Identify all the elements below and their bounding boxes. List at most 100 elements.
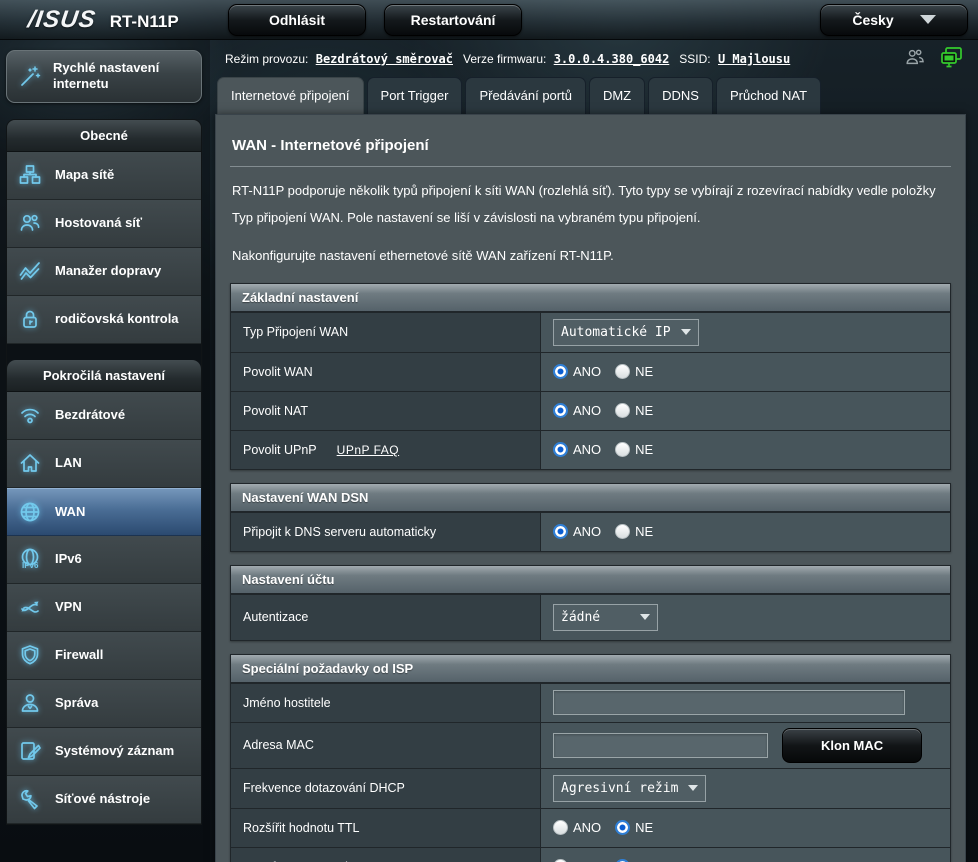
enable-wan-radio-ne[interactable]: NE xyxy=(615,364,653,379)
sidebar-item-ipv6[interactable]: IPv6 IPv6 xyxy=(7,536,201,584)
sidebar-item-sprava[interactable]: Správa xyxy=(7,680,201,728)
logout-button[interactable]: Odhlásit xyxy=(228,4,366,36)
operation-mode-link[interactable]: Bezdrátový směrovač xyxy=(316,52,453,66)
sidebar-item-rodicovska-kontrola[interactable]: rodičovská kontrola xyxy=(7,296,201,344)
main-panel: WAN - Internetové připojení RT-N11P podp… xyxy=(215,114,966,862)
parental-control-lock-icon xyxy=(17,306,43,332)
tab-internetove-pripojeni[interactable]: Internetové připojení xyxy=(217,77,364,114)
field-label: Frekvence dotazování DHCP xyxy=(243,781,405,795)
dns-auto-radio-ne[interactable]: NE xyxy=(615,524,653,539)
field-label: Jméno hostitele xyxy=(243,696,331,710)
radio-selected-icon xyxy=(553,403,568,418)
sidebar-item-label: VPN xyxy=(55,599,82,615)
intro-paragraph-1: RT-N11P podporuje několik typů připojení… xyxy=(232,177,949,232)
radio-unselected-icon xyxy=(615,364,630,379)
sidebar-item-lan[interactable]: LAN xyxy=(7,440,201,488)
radio-unselected-icon xyxy=(615,524,630,539)
sidebar-item-wan[interactable]: WAN xyxy=(7,488,201,536)
ssid-link[interactable]: U Majlousu xyxy=(718,52,790,66)
network-map-icon xyxy=(17,162,43,188)
table-row-extend-ttl: Rozšířit hodnotu TTL ANO NE xyxy=(231,808,950,847)
wan-connection-type-select[interactable]: Automatické IP xyxy=(553,319,699,346)
tab-ddns[interactable]: DDNS xyxy=(648,77,713,114)
enable-wan-radio-ano[interactable]: ANO xyxy=(553,364,601,379)
field-label: Připojit k DNS serveru automaticky xyxy=(243,525,436,539)
ssid-label: SSID: xyxy=(679,52,710,66)
firmware-label: Verze firmwaru: xyxy=(463,52,546,66)
basic-settings-table: Základní nastavení Typ Připojení WAN Aut… xyxy=(230,283,951,470)
firmware-version-link[interactable]: 3.0.0.4.380_6042 xyxy=(554,52,670,66)
sidebar-item-firewall[interactable]: Firewall xyxy=(7,632,201,680)
sidebar-item-vpn[interactable]: VPN xyxy=(7,584,201,632)
lan-clients-icon[interactable] xyxy=(940,46,964,71)
sidebar: Rychlé nastavení internetu Obecné Mapa s… xyxy=(0,40,210,862)
table-row-enable-upnp: Povolit UPnP UPnP FAQ ANO NE xyxy=(231,430,950,469)
menu-header-general: Obecné xyxy=(7,120,201,152)
table-row-spoof-lan-ttl: Spoof LAN TTL value ANO NE xyxy=(231,847,950,862)
language-label: Česky xyxy=(852,12,893,28)
clone-mac-button[interactable]: Klon MAC xyxy=(782,728,922,763)
field-label: Autentizace xyxy=(243,610,308,624)
wrench-icon xyxy=(17,786,43,812)
section-header-account: Nastavení účtu xyxy=(231,566,950,594)
upnp-faq-link[interactable]: UPnP FAQ xyxy=(337,443,399,457)
select-value: Automatické IP xyxy=(561,325,671,340)
tab-pruchod-nat[interactable]: Průchod NAT xyxy=(716,77,821,114)
traffic-manager-icon xyxy=(17,258,43,284)
reboot-button[interactable]: Restartování xyxy=(384,4,522,36)
radio-unselected-icon xyxy=(615,403,630,418)
extend-ttl-radio-ano[interactable]: ANO xyxy=(553,820,601,835)
magic-wand-icon xyxy=(17,63,43,89)
language-dropdown[interactable]: Česky xyxy=(820,4,968,36)
quick-internet-setup-button[interactable]: Rychlé nastavení internetu xyxy=(6,50,202,103)
field-label: Rozšířit hodnotu TTL xyxy=(243,821,360,835)
router-model: RT-N11P xyxy=(110,12,179,32)
select-value: Agresivní režim xyxy=(561,781,678,796)
wifi-icon xyxy=(17,402,43,428)
radio-selected-icon xyxy=(553,364,568,379)
account-settings-table: Nastavení účtu Autentizace žádné xyxy=(230,565,951,641)
table-row-enable-nat: Povolit NAT ANO NE xyxy=(231,391,950,430)
sidebar-item-label: LAN xyxy=(55,455,82,471)
enable-upnp-radio-ne[interactable]: NE xyxy=(615,442,653,457)
table-row-wan-connection-type: Typ Připojení WAN Automatické IP xyxy=(231,312,950,352)
chevron-down-icon xyxy=(681,329,691,335)
tab-dmz[interactable]: DMZ xyxy=(589,77,645,114)
enable-nat-radio-ano[interactable]: ANO xyxy=(553,403,601,418)
enable-upnp-radio-ano[interactable]: ANO xyxy=(553,442,601,457)
users-icon[interactable] xyxy=(904,46,926,71)
table-row-mac-address: Adresa MAC Klon MAC xyxy=(231,722,950,768)
field-label: Povolit UPnP xyxy=(243,443,317,457)
guest-network-icon xyxy=(17,210,43,236)
enable-nat-radio-ne[interactable]: NE xyxy=(615,403,653,418)
quick-setup-label: Rychlé nastavení internetu xyxy=(53,60,191,93)
globe-icon xyxy=(17,499,43,525)
dns-auto-radio-ano[interactable]: ANO xyxy=(553,524,601,539)
wan-dns-settings-table: Nastavení WAN DSN Připojit k DNS serveru… xyxy=(230,483,951,552)
sidebar-item-bezdratove[interactable]: Bezdrátové xyxy=(7,392,201,440)
tab-bar: Internetové připojení Port Trigger Předá… xyxy=(215,77,978,114)
sidebar-item-label: Firewall xyxy=(55,647,103,663)
extend-ttl-radio-ne[interactable]: NE xyxy=(615,820,653,835)
mac-address-input[interactable] xyxy=(553,733,768,758)
menu-header-advanced: Pokročilá nastavení xyxy=(7,360,201,392)
sidebar-item-mapa-site[interactable]: Mapa sítě xyxy=(7,152,201,200)
dhcp-query-frequency-select[interactable]: Agresivní režim xyxy=(553,775,706,802)
status-bar: Režim provozu: Bezdrátový směrovač Verze… xyxy=(215,40,978,71)
user-icon xyxy=(17,690,43,716)
sidebar-item-label: Bezdrátové xyxy=(55,407,125,423)
operation-mode-label: Režim provozu: xyxy=(225,52,308,66)
authentication-select[interactable]: žádné xyxy=(553,604,658,631)
tab-predavani-portu[interactable]: Předávání portů xyxy=(465,77,586,114)
sidebar-item-manazer-dopravy[interactable]: Manažer dopravy xyxy=(7,248,201,296)
section-header-isp: Speciální požadavky od ISP xyxy=(231,655,950,683)
tab-port-trigger[interactable]: Port Trigger xyxy=(367,77,463,114)
table-row-authentication: Autentizace žádné xyxy=(231,594,950,640)
top-bar: /ISUS RT-N11P Odhlásit Restartování Česk… xyxy=(0,0,978,40)
sidebar-item-hostovana-sit[interactable]: Hostovaná síť xyxy=(7,200,201,248)
sidebar-item-label: Správa xyxy=(55,695,98,711)
section-header-wan-dns: Nastavení WAN DSN xyxy=(231,484,950,512)
sidebar-item-systemovy-zaznam[interactable]: Systémový záznam xyxy=(7,728,201,776)
hostname-input[interactable] xyxy=(553,690,905,715)
sidebar-item-sitove-nastroje[interactable]: Síťové nástroje xyxy=(7,776,201,824)
